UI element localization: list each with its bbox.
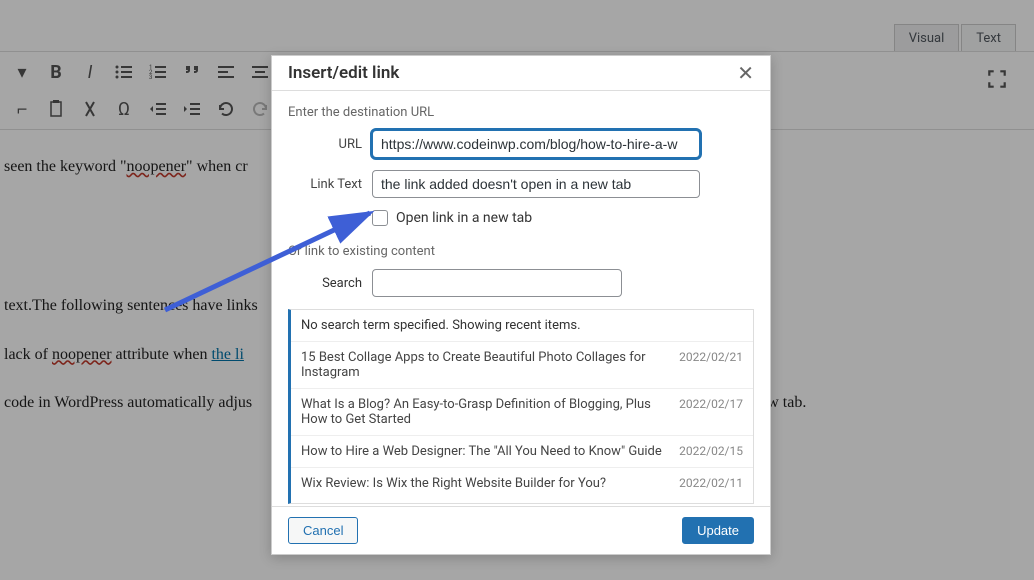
modal-footer: Cancel Update bbox=[272, 506, 770, 554]
search-input[interactable] bbox=[372, 269, 622, 297]
special-char-icon[interactable]: Ω bbox=[108, 93, 140, 125]
result-item[interactable]: 15 Best Collage Apps to Create Beautiful… bbox=[291, 341, 753, 388]
close-icon[interactable]: ✕ bbox=[737, 61, 754, 85]
result-title: 15 Best Collage Apps to Create Beautiful… bbox=[301, 350, 667, 380]
insert-link-modal: Insert/edit link ✕ Enter the destination… bbox=[271, 55, 771, 555]
result-date: 2022/02/17 bbox=[679, 397, 743, 411]
tab-text[interactable]: Text bbox=[961, 24, 1016, 53]
result-title: Wix Review: Is Wix the Right Website Bui… bbox=[301, 476, 667, 491]
or-link-existing-label: Or link to existing content bbox=[288, 244, 754, 259]
outdent-icon[interactable] bbox=[142, 93, 174, 125]
link-text-input[interactable] bbox=[372, 170, 700, 198]
result-date: 2022/02/21 bbox=[679, 350, 743, 364]
editor-tabs: Visual Text bbox=[894, 24, 1016, 53]
clear-format-icon[interactable] bbox=[74, 93, 106, 125]
result-title: What Is a Blog? An Easy-to-Grasp Definit… bbox=[301, 397, 667, 427]
tab-visual[interactable]: Visual bbox=[894, 24, 960, 53]
svg-text:3: 3 bbox=[149, 74, 152, 81]
content-text: lack of bbox=[4, 346, 52, 363]
enter-url-label: Enter the destination URL bbox=[288, 105, 754, 120]
result-title: How to Hire a Web Designer: The "All You… bbox=[301, 444, 667, 459]
content-text: " when cr bbox=[186, 158, 248, 175]
quote-icon[interactable] bbox=[176, 56, 208, 88]
results-header: No search term specified. Showing recent… bbox=[291, 310, 753, 341]
numbered-list-icon[interactable]: 123 bbox=[142, 56, 174, 88]
search-results: No search term specified. Showing recent… bbox=[288, 309, 754, 504]
undo-icon[interactable] bbox=[210, 93, 242, 125]
url-input[interactable] bbox=[372, 130, 700, 158]
fullscreen-icon[interactable] bbox=[986, 68, 1008, 94]
italic-icon[interactable]: I bbox=[74, 56, 106, 88]
url-label: URL bbox=[288, 137, 362, 152]
content-link[interactable]: the li bbox=[211, 346, 243, 363]
modal-title: Insert/edit link bbox=[288, 63, 399, 83]
result-date: 2022/02/15 bbox=[679, 444, 743, 458]
search-label: Search bbox=[288, 276, 362, 291]
result-date: 2022/02/11 bbox=[679, 476, 743, 490]
bold-icon[interactable]: B bbox=[40, 56, 72, 88]
strikethrough-icon[interactable]: ⌐ bbox=[6, 93, 38, 125]
result-item[interactable]: Wix Review: Is Wix the Right Website Bui… bbox=[291, 467, 753, 499]
modal-header: Insert/edit link ✕ bbox=[272, 56, 770, 91]
link-text-label: Link Text bbox=[288, 177, 362, 192]
content-text: code in WordPress automatically adjus bbox=[4, 394, 252, 411]
keyword-noopener: noopener bbox=[127, 158, 187, 175]
open-new-tab-label: Open link in a new tab bbox=[396, 210, 532, 226]
bullet-list-icon[interactable] bbox=[108, 56, 140, 88]
update-button[interactable]: Update bbox=[682, 517, 754, 544]
indent-icon[interactable] bbox=[176, 93, 208, 125]
result-item[interactable]: What Is a Blog? An Easy-to-Grasp Definit… bbox=[291, 388, 753, 435]
result-item[interactable]: How to Hire a Web Designer: The "All You… bbox=[291, 435, 753, 467]
paste-icon[interactable] bbox=[40, 93, 72, 125]
content-text: seen the keyword " bbox=[4, 158, 127, 175]
paragraph-dropdown-icon[interactable]: ▾ bbox=[6, 56, 38, 88]
keyword-noopener: noopener bbox=[52, 346, 112, 363]
open-new-tab-checkbox[interactable] bbox=[372, 210, 388, 226]
cancel-button[interactable]: Cancel bbox=[288, 517, 358, 544]
align-left-icon[interactable] bbox=[210, 56, 242, 88]
content-text: attribute when bbox=[112, 346, 212, 363]
